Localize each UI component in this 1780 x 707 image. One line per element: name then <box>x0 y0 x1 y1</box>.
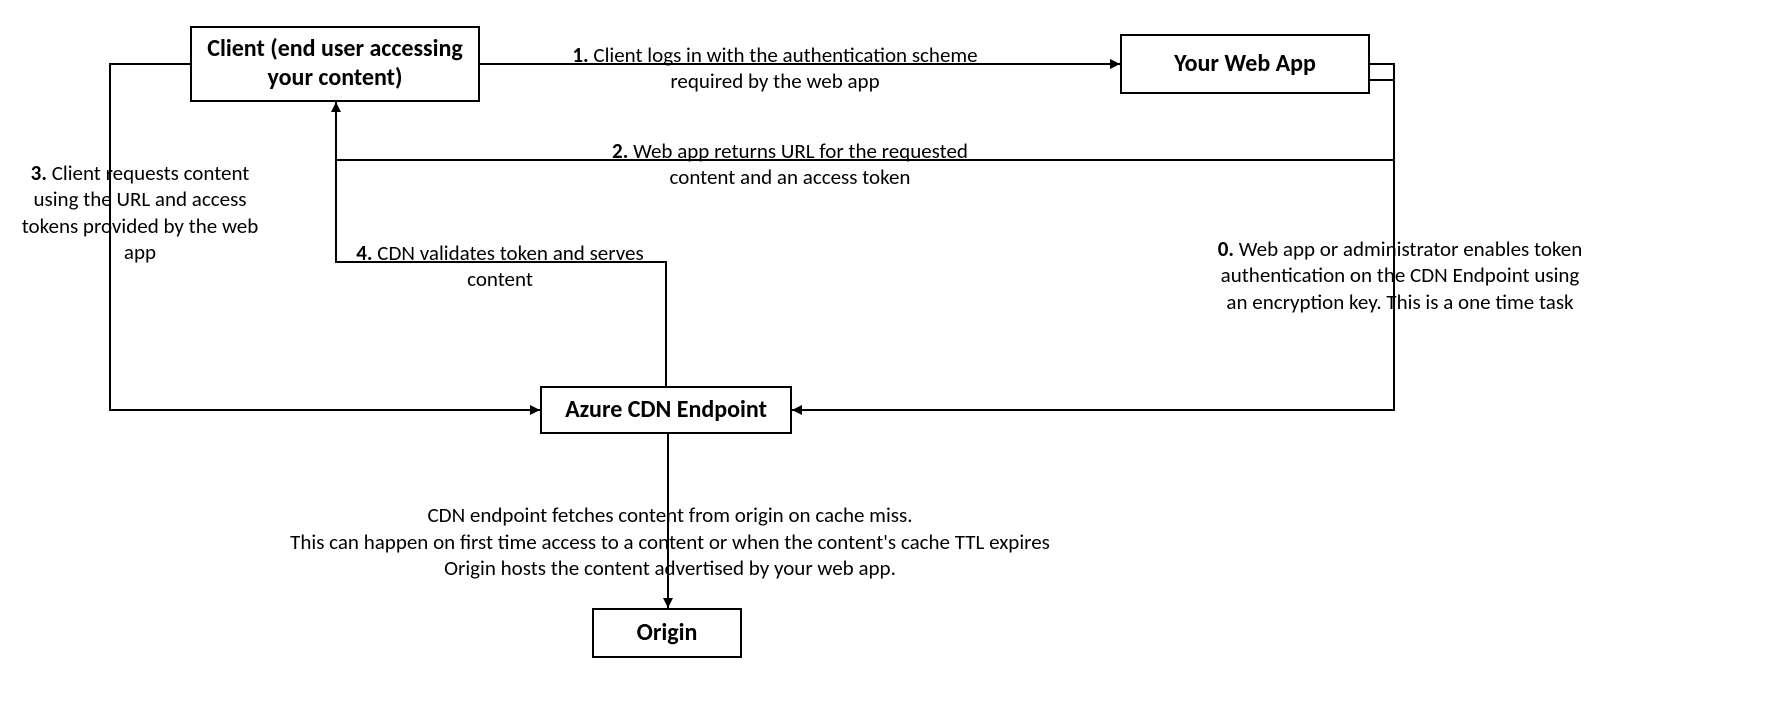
label-origin-note-text: CDN endpoint fetches content from origin… <box>290 502 1050 581</box>
label-step3-text: Client requests content using the URL an… <box>22 160 259 265</box>
label-step1-text: Client logs in with the authentication s… <box>593 42 977 94</box>
label-step0-text: Web app or administrator enables token a… <box>1221 236 1583 315</box>
node-webapp: Your Web App <box>1120 34 1370 94</box>
node-cdn-label: Azure CDN Endpoint <box>565 396 767 425</box>
label-step3: 3. Client requests content using the URL… <box>20 160 260 265</box>
label-step2: 2. Web app returns URL for the requested… <box>580 138 1000 191</box>
connectors-svg <box>0 0 1780 707</box>
node-client-label: Client (end user accessing your content) <box>202 35 468 93</box>
node-origin: Origin <box>592 608 742 658</box>
label-step4-num: 4. <box>356 240 372 266</box>
node-origin-label: Origin <box>637 619 698 648</box>
label-step2-num: 2. <box>612 138 628 164</box>
label-step1-num: 1. <box>572 42 588 68</box>
label-step1: 1. Client logs in with the authenticatio… <box>540 42 1010 95</box>
label-origin-note: CDN endpoint fetches content from origin… <box>250 476 1090 581</box>
diagram-canvas: Client (end user accessing your content)… <box>0 0 1780 707</box>
label-step0: 0. Web app or administrator enables toke… <box>1210 236 1590 315</box>
node-cdn: Azure CDN Endpoint <box>540 386 792 434</box>
label-step4: 4. CDN validates token and serves conten… <box>340 240 660 293</box>
label-step3-num: 3. <box>31 160 47 186</box>
node-client: Client (end user accessing your content) <box>190 26 480 102</box>
label-step2-text: Web app returns URL for the requested co… <box>633 138 968 190</box>
node-webapp-label: Your Web App <box>1174 50 1316 79</box>
label-step4-text: CDN validates token and serves content <box>377 240 643 292</box>
label-step0-num: 0. <box>1218 236 1234 262</box>
